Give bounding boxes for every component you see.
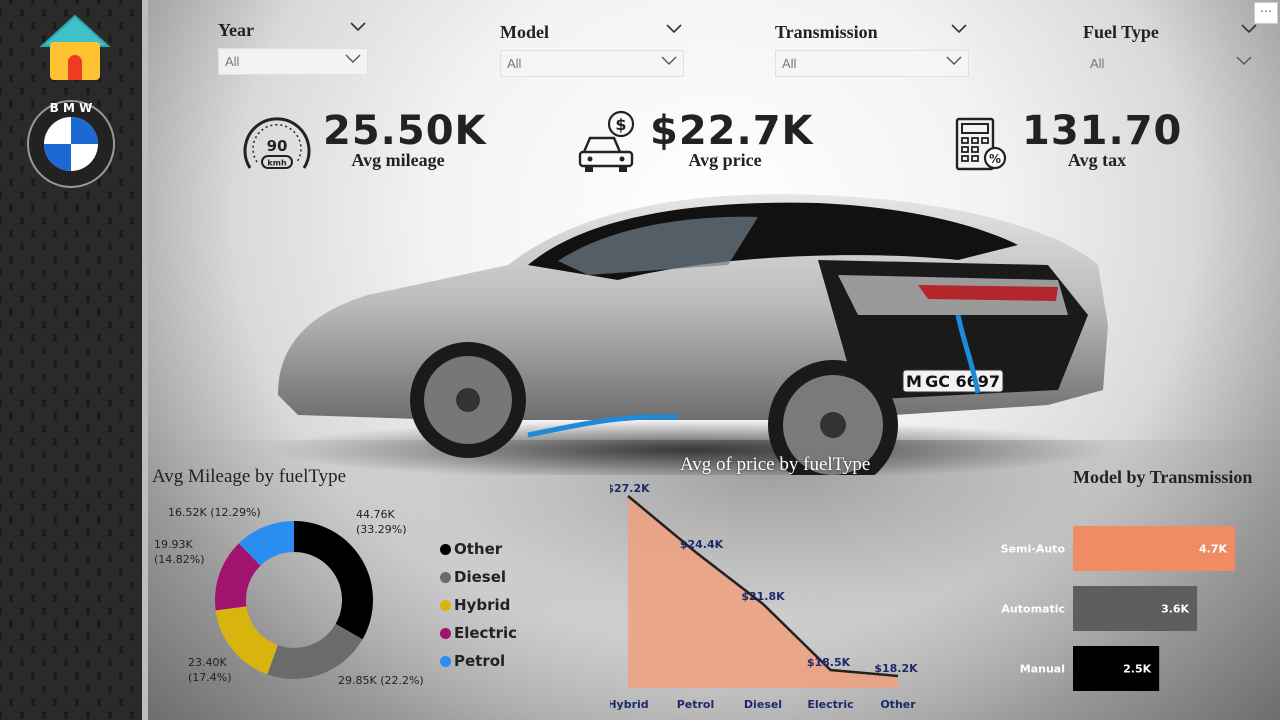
legend-label: Other: [454, 540, 503, 558]
slicer-year-dropdown[interactable]: All: [218, 48, 368, 75]
slicer-year: Year All: [218, 20, 368, 75]
donut-data-label: 44.76K (33.29%): [356, 508, 407, 536]
donut-chart: 44.76K (33.29%) 29.85K (22.2%) 23.40K (17.4%…: [154, 506, 424, 687]
donut-data-label: 23.40K (17.4%): [188, 656, 232, 684]
chevron-down-icon[interactable]: [1241, 24, 1257, 34]
donut-slice-other[interactable]: [294, 521, 374, 640]
bar-data-label: 4.7K: [1199, 543, 1227, 556]
legend-item-electric[interactable]: Electric: [440, 619, 517, 647]
donut-data-label: 29.85K (22.2%): [338, 674, 424, 687]
area-x-tick-electric: Electric: [807, 698, 853, 711]
slicer-year-title: Year: [218, 20, 254, 40]
home-icon[interactable]: [38, 12, 112, 84]
legend-dot: [440, 599, 451, 611]
chevron-down-icon: [661, 56, 677, 65]
kpi-price-value: $22.7K: [650, 108, 814, 154]
svg-text:B M W: B M W: [50, 101, 93, 115]
slicer-model-value: All: [507, 56, 522, 71]
donut-chart-title: Avg Mileage by fuelType: [152, 466, 347, 487]
chevron-down-icon: [946, 56, 962, 65]
kpi-avg-tax: 131.70 Avg tax: [1022, 108, 1183, 171]
gauge-value: 90: [267, 137, 288, 155]
kpi-mileage-value: 25.50K: [323, 108, 487, 154]
slicer-model-dropdown[interactable]: All: [500, 50, 684, 77]
area-chart: $27.2K Hybrid $24.4K Petrol $21.8K Diesel $18.…: [610, 482, 918, 711]
svg-text:%: %: [989, 152, 1001, 166]
slicer-fuel-type: Fuel Type All: [1083, 22, 1259, 77]
legend-dot: [440, 627, 451, 639]
kpi-tax-value: 131.70: [1022, 108, 1183, 154]
license-plate-text: M GC 6697: [906, 372, 1000, 391]
more-options-icon[interactable]: ⋯: [1254, 2, 1278, 24]
legend-item-hybrid[interactable]: Hybrid: [440, 591, 517, 619]
slicer-model: Model All: [500, 22, 684, 77]
slicer-model-title: Model: [500, 22, 549, 42]
slicer-fuel-type-dropdown[interactable]: All: [1083, 50, 1259, 77]
area-x-tick-hybrid: Hybrid: [610, 698, 649, 711]
area-data-label: $21.8K: [741, 590, 785, 603]
donut-slice-diesel[interactable]: [267, 623, 363, 679]
donut-data-label: 16.52K (12.29%): [168, 506, 261, 519]
chevron-down-icon: [345, 54, 361, 63]
legend-item-petrol[interactable]: Petrol: [440, 647, 517, 675]
chevron-down-icon[interactable]: [951, 24, 967, 34]
kpi-avg-mileage: 25.50K Avg mileage: [323, 108, 487, 171]
svg-text:$: $: [615, 115, 626, 134]
legend-item-other[interactable]: Other: [440, 535, 517, 563]
area-x-tick-other: Other: [880, 698, 916, 711]
bar-chart: Semi-Auto 4.7K Automatic 3.6K Manual 2.5K: [1001, 526, 1235, 691]
area-data-label: $18.2K: [874, 662, 918, 675]
legend-dot: [440, 571, 451, 583]
area-data-label: $27.2K: [610, 482, 650, 495]
bmw-i8-car-image: M GC 6697: [268, 194, 1108, 475]
slicer-transmission: Transmission All: [775, 22, 969, 77]
donut-legend: Other Diesel Hybrid Electric Petrol: [440, 535, 517, 675]
area-x-tick-petrol: Petrol: [677, 698, 715, 711]
legend-label: Petrol: [454, 652, 506, 670]
legend-dot: [440, 655, 451, 667]
chevron-down-icon[interactable]: [350, 22, 366, 32]
donut-data-label: 19.93K (14.82%): [154, 538, 205, 566]
slicer-transmission-title: Transmission: [775, 22, 878, 42]
area-x-tick-diesel: Diesel: [744, 698, 782, 711]
legend-item-diesel[interactable]: Diesel: [440, 563, 517, 591]
slicer-year-value: All: [225, 54, 240, 69]
chevron-down-icon[interactable]: [666, 24, 682, 34]
slicer-transmission-value: All: [782, 56, 797, 71]
bar-chart-title: Model by Transmission: [1073, 467, 1253, 487]
slicer-transmission-dropdown[interactable]: All: [775, 50, 969, 77]
area-chart-title: Avg of price by fuelType: [680, 454, 871, 475]
bar-category-label: Automatic: [1001, 603, 1065, 616]
bar-data-label: 3.6K: [1161, 603, 1189, 616]
bar-category-label: Semi-Auto: [1001, 543, 1066, 556]
slicer-fuel-type-value: All: [1090, 56, 1105, 71]
slicer-fuel-type-title: Fuel Type: [1083, 22, 1159, 42]
legend-label: Diesel: [454, 568, 507, 586]
kpi-avg-price: $22.7K Avg price: [650, 108, 814, 171]
area-data-label: $18.5K: [807, 656, 851, 669]
bmw-logo-icon: B M W: [26, 99, 116, 189]
nav-rail: B M W: [0, 0, 148, 720]
area-data-label: $24.4K: [680, 538, 724, 551]
bar-category-label: Manual: [1020, 663, 1065, 676]
legend-dot: [440, 543, 451, 555]
legend-label: Electric: [454, 624, 518, 642]
report-canvas: ⋯ Year All Model All Transmission All Fu…: [148, 0, 1280, 720]
bar-data-label: 2.5K: [1123, 663, 1151, 676]
legend-label: Hybrid: [454, 596, 511, 614]
chevron-down-icon: [1236, 56, 1252, 65]
